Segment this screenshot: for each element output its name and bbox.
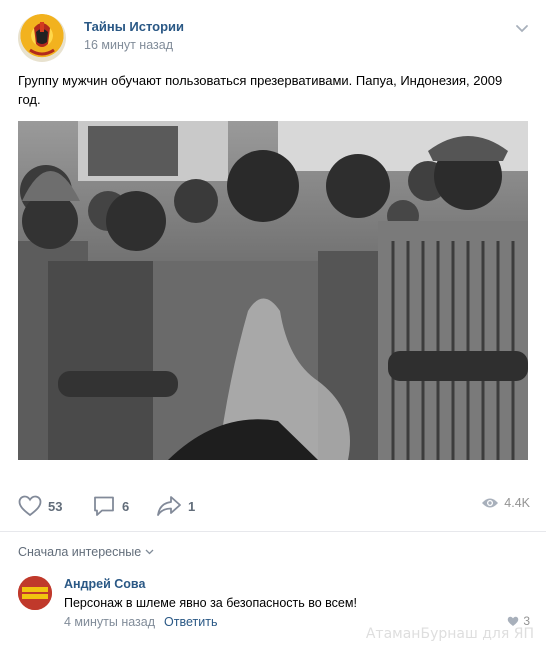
post-actions: 53 6 1 4.4K	[18, 492, 530, 520]
comment-count: 6	[122, 498, 130, 514]
share-button[interactable]: 1	[156, 492, 195, 520]
comment-icon	[94, 496, 114, 516]
eye-icon	[482, 498, 499, 508]
chevron-down-icon[interactable]	[514, 20, 530, 36]
views-count: 4.4K	[504, 496, 530, 510]
post-header: Тайны Истории 16 минут назад	[18, 14, 530, 62]
watermark: АтаманБурнаш для ЯП	[365, 626, 534, 642]
sort-label: Сначала интересные	[18, 545, 142, 559]
reply-button[interactable]: Ответить	[164, 615, 217, 629]
heart-icon	[18, 495, 42, 517]
heart-icon	[508, 616, 519, 626]
chevron-down-icon	[145, 549, 154, 555]
like-count: 53	[48, 498, 63, 514]
like-button[interactable]: 53	[18, 492, 62, 520]
comments-sort-dropdown[interactable]: Сначала интересные	[18, 545, 154, 559]
comment-meta: 4 минуты назад Ответить	[64, 615, 217, 629]
post-time[interactable]: 16 минут назад	[84, 38, 173, 52]
comment-text: Персонаж в шлеме явно за безопасность во…	[64, 596, 357, 610]
post-text: Группу мужчин обучают пользоваться презе…	[18, 73, 503, 107]
comment-time[interactable]: 4 минуты назад	[64, 615, 155, 629]
commenter-avatar[interactable]	[18, 576, 52, 610]
community-name[interactable]: Тайны Истории	[84, 19, 184, 34]
views-counter: 4.4K	[481, 496, 530, 510]
share-count: 1	[188, 498, 196, 514]
comment-button[interactable]: 6	[92, 492, 129, 520]
post-photo[interactable]	[18, 121, 528, 460]
share-icon	[157, 496, 181, 516]
divider	[0, 531, 546, 532]
community-avatar[interactable]	[18, 14, 66, 62]
commenter-name[interactable]: Андрей Сова	[64, 577, 145, 591]
